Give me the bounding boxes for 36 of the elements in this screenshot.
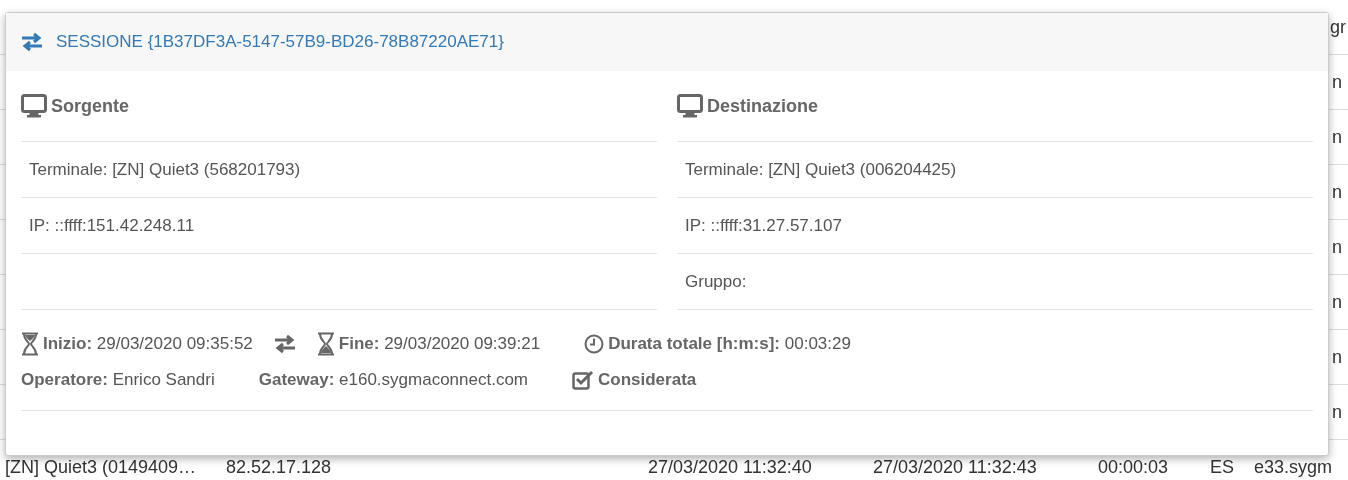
- info-field: Fine: 29/03/2020 09:39:21: [338, 334, 541, 354]
- section-title: Sorgente: [51, 95, 129, 117]
- table-cell-text: 27/03/2020 11:32:40: [648, 456, 813, 478]
- table-cell-text: 27/03/2020 11:32:43: [873, 456, 1038, 478]
- table-cell-text: n: [1331, 236, 1343, 258]
- info-text: IP: ::ffff:31.27.57.107: [685, 215, 842, 236]
- hourglass-icon: [21, 332, 39, 356]
- table-cell-text: 82.52.17.128: [226, 456, 333, 478]
- table-cell-text: n: [1331, 346, 1343, 368]
- table-cell-text: n: [1331, 401, 1343, 423]
- checkbox-label: Considerata: [598, 370, 697, 390]
- info-field: Operatore: Enrico Sandri: [21, 370, 215, 390]
- swap-arrows-icon: [20, 32, 44, 52]
- table-cell-text: n: [1331, 126, 1343, 148]
- clock-icon: [584, 334, 605, 354]
- dialog-title: SESSIONE {1B37DF3A-5147-57B9-BD26-78B87220AE71}: [56, 32, 504, 52]
- info-field: Inizio: 29/03/2020 09:35:52: [43, 334, 253, 354]
- table-cell-text: 00:00:03: [1098, 456, 1170, 478]
- monitor-icon: [21, 94, 47, 118]
- table-cell-text: ES: [1210, 456, 1235, 478]
- swap-arrows-icon: [272, 334, 297, 354]
- table-cell-text: n: [1331, 291, 1343, 313]
- table-cell-text: n: [1331, 181, 1343, 203]
- monitor-icon: [677, 94, 703, 118]
- section-title: Destinazione: [707, 95, 819, 117]
- column-header: gr: [1329, 16, 1347, 38]
- info-text: Terminale: [ZN] Quiet3 (568201793): [29, 159, 301, 180]
- table-cell-text: [ZN] Quiet3 (0149409…: [5, 456, 198, 478]
- info-text: Gruppo:: [685, 271, 747, 292]
- info-field: Gateway: e160.sygmaconnect.com: [258, 370, 528, 390]
- info-text: Terminale: [ZN] Quiet3 (006204425): [685, 159, 957, 180]
- table-cell-text: n: [1331, 71, 1343, 93]
- hourglass-icon: [316, 332, 335, 356]
- table-cell-text: e33.sygm: [1254, 456, 1334, 478]
- info-field: Durata totale [h:m:s]: 00:03:29: [608, 334, 851, 354]
- info-text: IP: ::ffff:151.42.248.11: [29, 215, 195, 236]
